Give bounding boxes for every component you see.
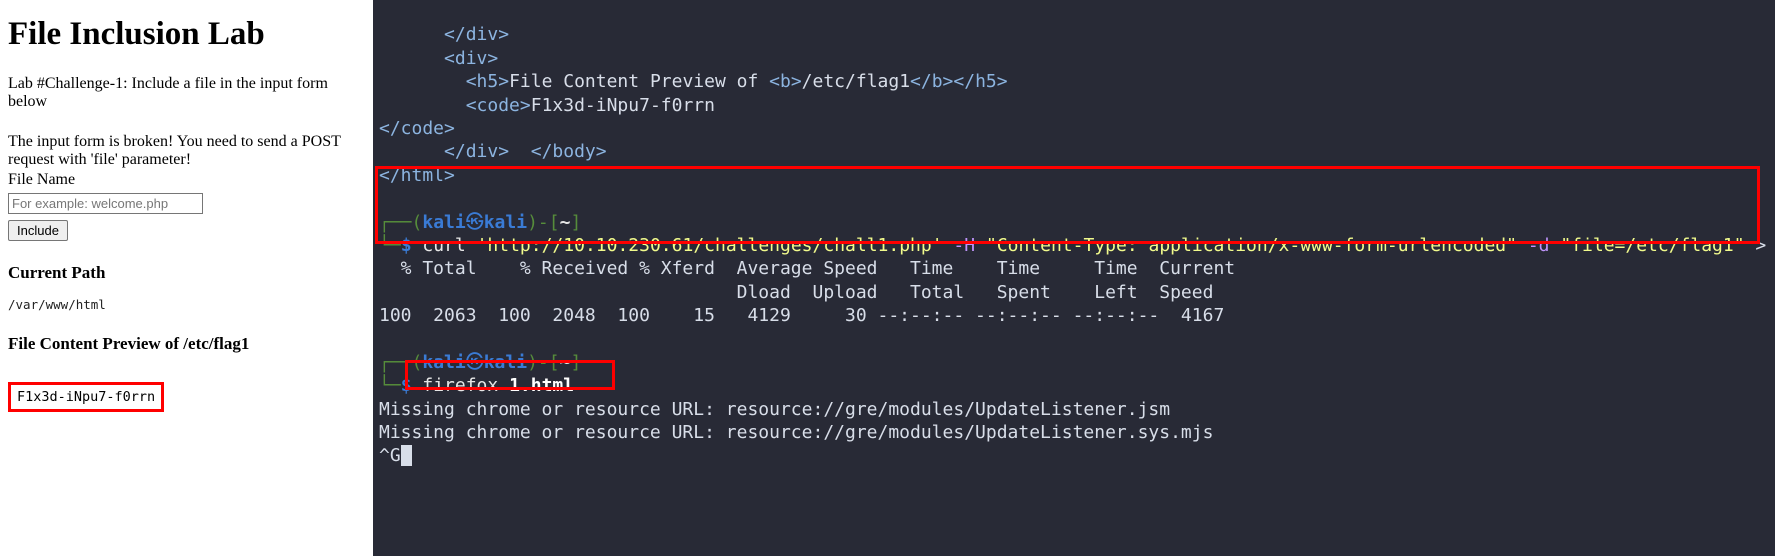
current-path-value: /var/www/html [8,297,365,312]
ctrl-g: ^G [379,445,401,466]
html-output: </div> <div> <h5>File Content Preview of… [379,24,1008,185]
flag-value: F1x3d-iNpu7-f0rrn [8,382,164,412]
file-name-input[interactable] [8,193,203,214]
command-1: └─$ curl 'http://10.10.230.61/challenges… [379,235,1775,256]
preview-heading: File Content Preview of /etc/flag1 [8,334,365,354]
current-path-heading: Current Path [8,263,365,283]
file-name-label: File Name [8,171,365,189]
lab-description: Lab #Challenge-1: Include a file in the … [8,75,365,111]
page-title: File Inclusion Lab [8,16,365,53]
browser-content: File Inclusion Lab Lab #Challenge-1: Inc… [0,0,373,556]
curl-progress-row: 100 2063 100 2048 100 15 4129 30 --:--:-… [379,305,1224,326]
terminal[interactable]: </div> <div> <h5>File Content Preview of… [373,0,1775,556]
curl-progress-header: % Total % Received % Xferd Average Speed… [379,258,1235,279]
firefox-output-1: Missing chrome or resource URL: resource… [379,399,1170,420]
curl-progress-header2: Dload Upload Total Spent Left Speed [379,282,1213,303]
command-2: └─$ firefox 1.html [379,375,574,396]
firefox-output-2: Missing chrome or resource URL: resource… [379,422,1213,443]
annotation-box-curl [375,166,1760,244]
prompt-line-1: ┌──(kali㉿kali)-[~] [379,212,581,233]
prompt-line-2: ┌──(kali㉿kali)-[~] [379,352,581,373]
broken-message: The input form is broken! You need to se… [8,133,365,169]
include-button[interactable]: Include [8,220,68,241]
